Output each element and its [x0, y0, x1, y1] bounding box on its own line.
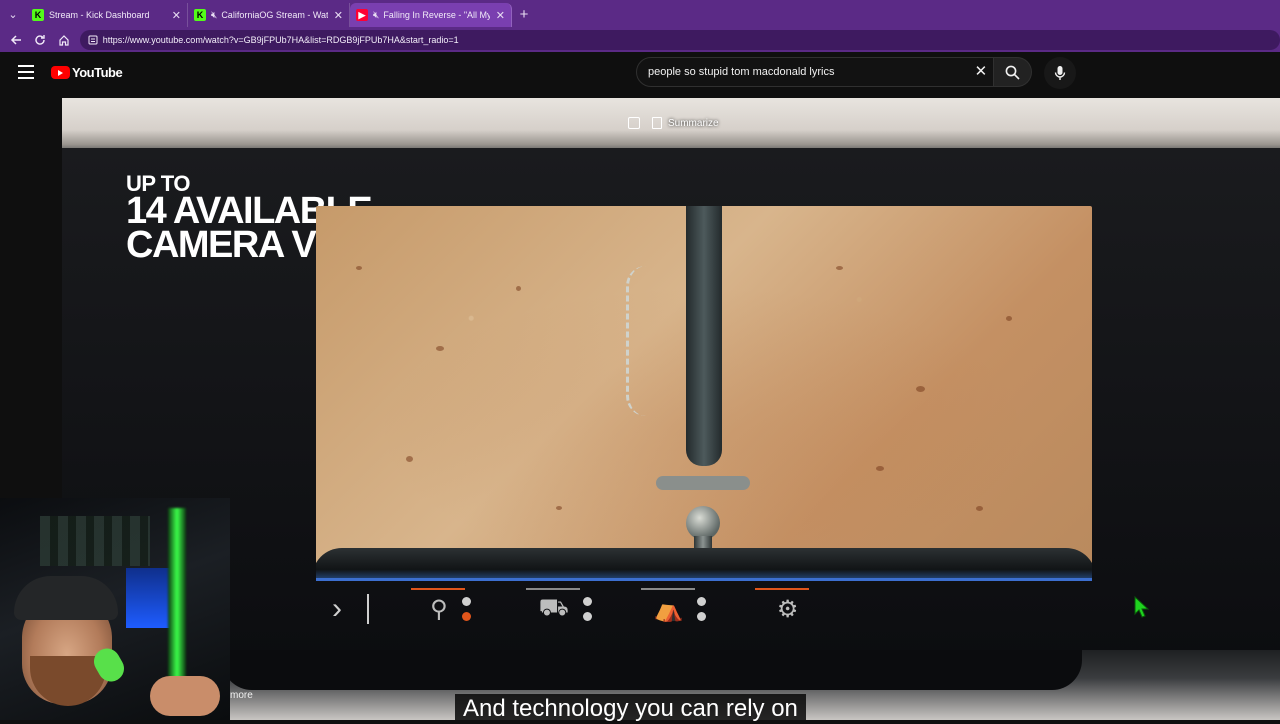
close-icon[interactable]: ✕: [334, 9, 343, 22]
tab-californiaog-stream[interactable]: K 🔇︎ CaliforniaOG Stream - Watch ✕: [188, 3, 350, 27]
hitch-bar: [656, 476, 750, 490]
voice-search-button[interactable]: [1044, 57, 1076, 89]
trailer-hitch-arm: [686, 206, 722, 466]
mouse-cursor-icon: [1134, 596, 1150, 618]
hitch-ball: [686, 506, 720, 540]
menu-icon[interactable]: [18, 65, 34, 79]
hitch-icon: ⚲: [430, 595, 448, 623]
camera-icon: ⚙: [776, 595, 799, 623]
safety-chain: [626, 266, 666, 416]
trailer-view-control: ⛟: [508, 584, 623, 634]
kick-icon: K: [32, 9, 44, 21]
hitch-view-control: ⚲: [393, 584, 508, 634]
kick-icon: K: [194, 9, 206, 21]
address-bar[interactable]: https://www.youtube.com/watch?v=GB9jFPUb…: [79, 30, 1280, 50]
camera-settings-control: ⚙: [737, 584, 852, 634]
url-text: https://www.youtube.com/watch?v=GB9jFPUb…: [102, 35, 459, 45]
close-icon[interactable]: ✕: [496, 9, 505, 22]
tab-title: Stream - Kick Dashboard: [49, 10, 150, 20]
browser-toolbar: https://www.youtube.com/watch?v=GB9jFPUb…: [0, 28, 1280, 52]
rear-view-control: ⛺: [623, 584, 738, 634]
tab-title: Falling In Reverse - "All My Li: [383, 10, 490, 20]
video-player[interactable]: Summarize UP TO 14 AVAILABLE CAMERA VIEW…: [62, 98, 1280, 720]
microphone-icon: [1054, 66, 1066, 80]
new-tab-plus-icon[interactable]: +: [512, 6, 536, 23]
webcam-overlay: [0, 498, 230, 720]
browser-tab-bar: ⌄ K Stream - Kick Dashboard ✕ K 🔇︎ Calif…: [0, 0, 1280, 28]
rear-guidelines-icon: ⛺: [653, 595, 684, 623]
reload-icon[interactable]: [28, 29, 52, 51]
tab-search-dropdown-icon[interactable]: ⌄: [0, 0, 26, 28]
search-input[interactable]: people so stupid tom macdonald lyrics ✕: [636, 57, 995, 87]
webcam-shelf: [40, 516, 150, 566]
search-box: people so stupid tom macdonald lyrics ✕: [636, 57, 1032, 87]
search-query-text: people so stupid tom macdonald lyrics: [648, 66, 835, 78]
expand-icon[interactable]: [628, 117, 640, 129]
more-link[interactable]: more: [230, 690, 253, 701]
rear-camera-view: [316, 206, 1092, 580]
webcam-person-cap: [14, 576, 118, 620]
youtube-header: YouTube people so stupid tom macdonald l…: [0, 52, 1280, 92]
summarize-button[interactable]: Summarize: [628, 114, 719, 132]
summarize-doc-icon: [652, 117, 662, 129]
home-icon[interactable]: [52, 29, 76, 51]
muted-speaker-icon[interactable]: 🔇︎: [373, 10, 379, 21]
webcam-person-hand: [150, 676, 220, 716]
divider: [367, 594, 370, 624]
camera-control-strip: › ⚲ ⛟ ⛺ ⚙: [332, 584, 852, 634]
summarize-label: Summarize: [668, 117, 719, 129]
clear-search-icon[interactable]: ✕: [975, 64, 988, 80]
youtube-logo[interactable]: YouTube: [51, 65, 123, 80]
site-info-icon[interactable]: [88, 35, 98, 45]
video-caption: And technology you can rely on: [455, 694, 806, 722]
muted-speaker-icon[interactable]: 🔇︎: [211, 10, 217, 21]
rear-bumper: [316, 548, 1092, 580]
chevron-right-icon: ›: [332, 592, 342, 625]
back-arrow-icon[interactable]: [4, 29, 28, 51]
search-icon: [1005, 65, 1020, 80]
tab-youtube-falling-in-reverse[interactable]: ▶ 🔇︎ Falling In Reverse - "All My Li ✕: [350, 3, 512, 27]
youtube-icon: ▶: [356, 9, 368, 21]
webcam-monitor: [126, 568, 170, 628]
tab-title: CaliforniaOG Stream - Watch: [221, 10, 328, 20]
video-frame-screen-lip: [222, 650, 1082, 690]
tab-kick-dashboard[interactable]: K Stream - Kick Dashboard ✕: [26, 3, 188, 27]
youtube-play-icon: [51, 66, 70, 79]
truck-trailer-icon: ⛟: [538, 594, 569, 621]
search-button[interactable]: [994, 57, 1032, 87]
youtube-logo-text: YouTube: [72, 65, 123, 80]
camera-view-edge: [316, 578, 1092, 581]
close-icon[interactable]: ✕: [172, 9, 181, 22]
